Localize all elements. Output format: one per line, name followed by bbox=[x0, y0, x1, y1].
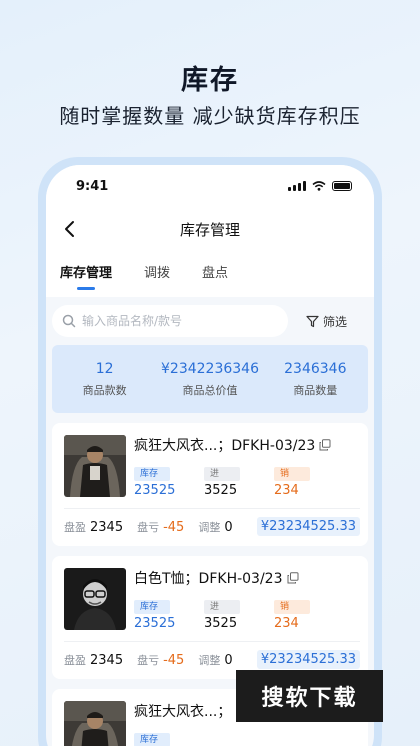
search-input[interactable] bbox=[82, 314, 272, 328]
stock-tag: 库存 bbox=[134, 467, 170, 481]
in-value: 3525 bbox=[204, 483, 238, 498]
page-title: 库存管理 bbox=[179, 220, 240, 239]
amount-value: ¥23234525.33 bbox=[256, 517, 360, 536]
phone-frame: 9:41 库存管理 库存管理 调拨 盘点 输入商品名称/款号 筛选 12 商品款… bbox=[38, 157, 382, 746]
adjust-label: 调整 bbox=[198, 653, 221, 667]
search-row: 筛选 bbox=[52, 305, 368, 337]
wifi-icon bbox=[312, 181, 326, 191]
tab-bar: 库存管理 调拨 盘点 bbox=[46, 251, 374, 297]
adjust-label: 调整 bbox=[198, 520, 221, 534]
summary-value: ¥2342236346 bbox=[161, 360, 259, 377]
loss-label: 盘亏 bbox=[137, 653, 160, 667]
amount-value: ¥23234525.33 bbox=[256, 650, 360, 669]
tab-inventory[interactable]: 库存管理 bbox=[60, 251, 112, 297]
copy-icon[interactable] bbox=[319, 439, 331, 451]
loss-value: -45 bbox=[163, 652, 185, 668]
filter-icon bbox=[306, 315, 319, 327]
tab-transfer[interactable]: 调拨 bbox=[144, 251, 170, 297]
product-card[interactable]: 白色T恤；DFKH-03/23 库存 23525 进 3525 销 234 盘盈… bbox=[52, 556, 368, 679]
divider bbox=[64, 508, 360, 509]
stock-tag: 库存 bbox=[134, 733, 170, 746]
summary-label: 商品款数 bbox=[82, 383, 127, 397]
search-icon bbox=[62, 314, 76, 328]
summary-item: 12 商品款数 bbox=[52, 361, 157, 398]
gain-label: 盘盈 bbox=[64, 520, 86, 534]
copy-icon[interactable] bbox=[287, 572, 299, 584]
stock-value: 23525 bbox=[134, 616, 176, 631]
card-footer: 盘盈 2345 盘亏 -45 调整 0 ¥23234525.33 bbox=[64, 650, 360, 669]
divider bbox=[64, 641, 360, 642]
adjust-value: 0 bbox=[224, 519, 233, 535]
signal-icon bbox=[288, 181, 306, 191]
in-value: 3525 bbox=[204, 616, 238, 631]
battery-icon bbox=[332, 181, 352, 191]
status-time: 9:41 bbox=[76, 178, 109, 194]
product-name: 疯狂大风衣...； bbox=[134, 704, 232, 720]
loss-value: -45 bbox=[163, 519, 185, 535]
card-footer: 盘盈 2345 盘亏 -45 调整 0 ¥23234525.33 bbox=[64, 517, 360, 536]
product-thumbnail bbox=[64, 701, 126, 746]
summary-item: 2346346 商品数量 bbox=[263, 361, 368, 398]
summary-item: ¥2342236346 商品总价值 bbox=[157, 361, 262, 398]
gain-value: 2345 bbox=[90, 652, 124, 668]
loss-label: 盘亏 bbox=[137, 520, 160, 534]
in-tag: 进 bbox=[204, 600, 240, 614]
summary-label: 商品数量 bbox=[293, 383, 338, 397]
gain-value: 2345 bbox=[90, 519, 124, 535]
summary-value: 2346346 bbox=[284, 360, 347, 377]
chevron-left-icon[interactable] bbox=[60, 219, 80, 239]
out-value: 234 bbox=[274, 483, 299, 498]
product-thumbnail bbox=[64, 568, 126, 630]
summary-label: 商品总价值 bbox=[182, 383, 238, 397]
stock-tag: 库存 bbox=[134, 600, 170, 614]
product-name: 白色T恤；DFKH-03/23 bbox=[134, 571, 283, 587]
stock-value: 23525 bbox=[134, 483, 176, 498]
product-name: 疯狂大风衣...；DFKH-03/23 bbox=[134, 438, 316, 454]
out-tag: 销 bbox=[274, 600, 310, 614]
status-bar: 9:41 bbox=[46, 165, 374, 207]
product-thumbnail bbox=[64, 435, 126, 497]
filter-label: 筛选 bbox=[323, 314, 348, 329]
product-card[interactable]: 疯狂大风衣...；DFKH-03/23 库存 23525 进 3525 销 23… bbox=[52, 423, 368, 546]
promo-subtitle: 随时掌握数量 减少缺货库存积压 bbox=[59, 104, 361, 128]
status-icons bbox=[288, 181, 352, 191]
tab-stocktake[interactable]: 盘点 bbox=[202, 251, 228, 297]
nav-bar: 库存管理 bbox=[46, 207, 374, 251]
out-tag: 销 bbox=[274, 467, 310, 481]
in-tag: 进 bbox=[204, 467, 240, 481]
promo-title: 库存 bbox=[181, 65, 239, 96]
search-box[interactable] bbox=[52, 305, 288, 337]
filter-button[interactable]: 筛选 bbox=[306, 313, 347, 330]
adjust-value: 0 bbox=[224, 652, 233, 668]
out-value: 234 bbox=[274, 616, 299, 631]
watermark-logo: 搜软下载 bbox=[236, 670, 383, 722]
gain-label: 盘盈 bbox=[64, 653, 86, 667]
summary-value: 12 bbox=[95, 360, 114, 377]
phone-screen: 9:41 库存管理 库存管理 调拨 盘点 输入商品名称/款号 筛选 12 商品款… bbox=[46, 165, 374, 746]
summary-panel: 12 商品款数 ¥2342236346 商品总价值 2346346 商品数量 bbox=[52, 345, 368, 413]
